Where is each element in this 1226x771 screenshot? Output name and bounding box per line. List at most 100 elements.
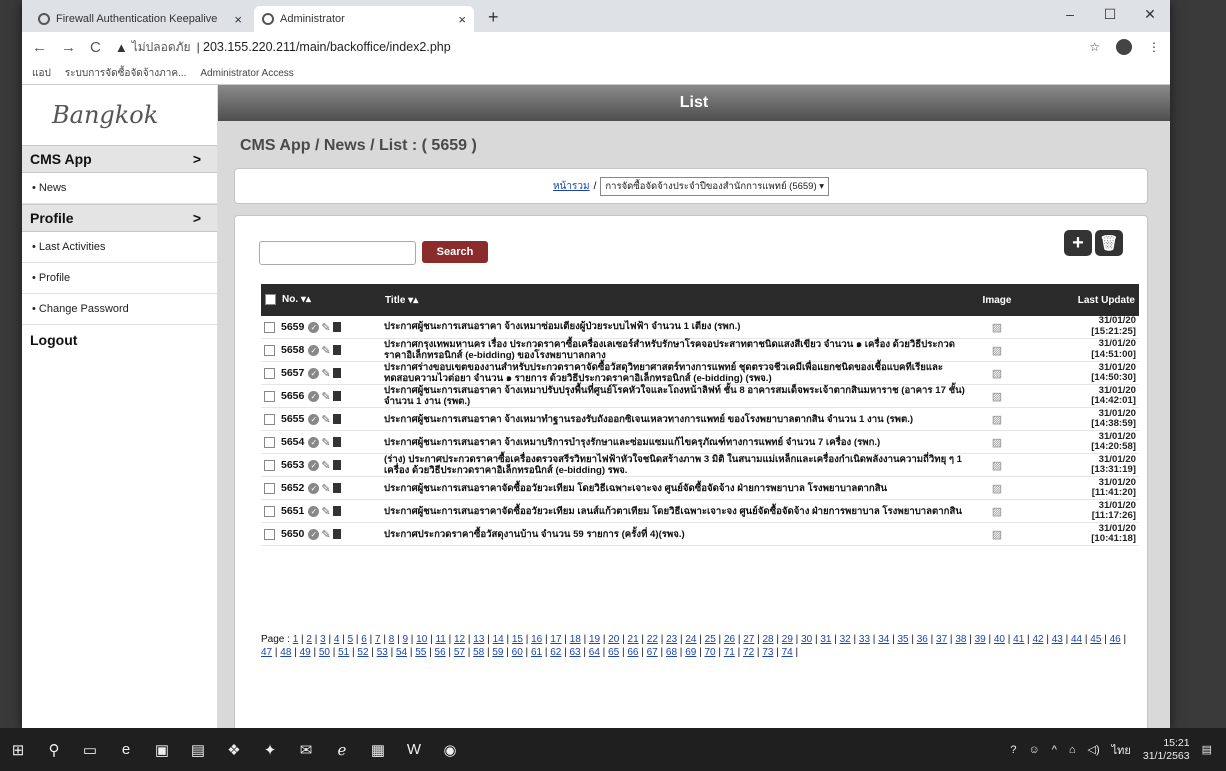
forward-icon[interactable]: → (61, 39, 76, 56)
category-select[interactable]: การจัดซื้อจัดจ้างประจำปีของสำนักการแพทย์… (600, 176, 830, 196)
bookmark-apps[interactable]: แอป (32, 66, 51, 81)
page-link[interactable]: 36 (917, 634, 928, 645)
page-link[interactable]: 27 (743, 634, 754, 645)
page-link[interactable]: 19 (589, 634, 600, 645)
file-explorer-icon[interactable]: ▤ (180, 728, 216, 771)
delete-icon[interactable] (332, 529, 341, 540)
page-link[interactable]: 60 (512, 647, 523, 658)
approve-icon[interactable]: ✓ (308, 413, 320, 425)
page-link[interactable]: 28 (763, 634, 774, 645)
page-link[interactable]: 69 (685, 647, 696, 658)
sidebar-section-cms-app[interactable]: CMS App > (22, 145, 217, 173)
page-link[interactable]: 15 (512, 634, 523, 645)
row-checkbox[interactable] (264, 459, 275, 471)
clock[interactable]: 15:21 31/1/2563 (1143, 737, 1190, 762)
page-link[interactable]: 64 (589, 647, 600, 658)
approve-icon[interactable]: ✓ (308, 321, 320, 333)
table-row[interactable]: 5657 ✓ ✎ ประกาศร่างขอบเขตของงานสำหรับประกวด… (261, 361, 1139, 386)
reload-icon[interactable]: C (90, 39, 101, 56)
page-link[interactable]: 12 (454, 634, 465, 645)
row-checkbox[interactable] (264, 436, 275, 448)
page-link[interactable]: 32 (840, 634, 851, 645)
row-title[interactable]: ประกาศผู้ชนะการเสนอราคา จ้างเหมาปรับปรุง… (381, 384, 973, 409)
page-link[interactable]: 66 (627, 647, 638, 658)
page-link[interactable]: 53 (377, 647, 388, 658)
bookmark-procurement[interactable]: ระบบการจัดซื้อจัดจ้างภาค... (65, 66, 187, 81)
page-link[interactable]: 24 (685, 634, 696, 645)
sidebar-item-profile[interactable]: • Profile (22, 263, 217, 294)
warning-icon[interactable]: ▲ (115, 40, 128, 55)
bookmark-admin-access[interactable]: Administrator Access (200, 68, 293, 79)
page-link[interactable]: 45 (1090, 634, 1101, 645)
ime-indicator[interactable]: ไทย (1112, 741, 1131, 759)
page-link[interactable]: 74 (782, 647, 793, 658)
row-checkbox[interactable] (264, 390, 275, 402)
delete-icon[interactable] (332, 483, 341, 494)
table-row[interactable]: 5651 ✓ ✎ ประกาศผู้ชนะการเสนอราคาจัดซื้ออวัย… (261, 499, 1139, 524)
page-link[interactable]: 50 (319, 647, 330, 658)
page-link[interactable]: 43 (1052, 634, 1063, 645)
page-link[interactable]: 41 (1013, 634, 1024, 645)
page-link[interactable]: 55 (415, 647, 426, 658)
table-row[interactable]: 5652 ✓ ✎ ประกาศผู้ชนะการเสนอราคาจัดซื้ออวัย… (261, 476, 1139, 501)
delete-icon[interactable] (332, 368, 341, 379)
avatar[interactable] (1116, 39, 1132, 55)
page-link[interactable]: 16 (531, 634, 542, 645)
image-app-icon[interactable]: ▦ (360, 728, 396, 771)
page-link[interactable]: 70 (704, 647, 715, 658)
page-link[interactable]: 25 (705, 634, 716, 645)
page-link[interactable]: 73 (762, 647, 773, 658)
page-link[interactable]: 58 (473, 647, 484, 658)
sidebar-item-last-activities[interactable]: • Last Activities (22, 232, 217, 263)
close-tab-icon[interactable]: × (458, 12, 466, 27)
mail-icon[interactable]: ✉ (288, 728, 324, 771)
approve-icon[interactable]: ✓ (308, 482, 320, 494)
sidebar-item-news[interactable]: • News (22, 173, 217, 204)
page-link[interactable]: 57 (454, 647, 465, 658)
url-field[interactable]: 203.155.220.211/main/backoffice/index2.p… (203, 40, 451, 54)
search-input[interactable] (259, 241, 416, 265)
page-link[interactable]: 29 (782, 634, 793, 645)
search-icon[interactable]: ⚲ (36, 728, 72, 771)
people-icon[interactable]: ☺ (1028, 744, 1039, 756)
page-link[interactable]: 49 (300, 647, 311, 658)
delete-icon[interactable] (332, 391, 341, 402)
sidebar-section-profile[interactable]: Profile > (22, 204, 217, 232)
row-checkbox[interactable] (264, 321, 275, 333)
approve-icon[interactable]: ✓ (308, 459, 320, 471)
column-no[interactable]: No. ▾▴ (261, 284, 381, 316)
page-link[interactable]: 72 (743, 647, 754, 658)
table-row[interactable]: 5654 ✓ ✎ ประกาศผู้ชนะการเสนอราคา จ้างเหมาบร… (261, 430, 1139, 455)
page-link[interactable]: 11 (435, 634, 445, 645)
store-icon[interactable]: ▣ (144, 728, 180, 771)
edit-icon[interactable]: ✎ (321, 344, 330, 357)
close-tab-icon[interactable]: × (234, 12, 242, 27)
row-checkbox[interactable] (264, 413, 275, 425)
row-checkbox[interactable] (264, 367, 275, 379)
page-link[interactable]: 67 (647, 647, 658, 658)
edge-icon[interactable]: e (108, 728, 144, 771)
page-link[interactable]: 40 (994, 634, 1005, 645)
edit-icon[interactable]: ✎ (321, 528, 330, 541)
row-title[interactable]: (ร่าง) ประกาศประกวดราคาซื้อเครื่องตรวจสร… (381, 453, 973, 478)
page-link[interactable]: 48 (280, 647, 291, 658)
approve-icon[interactable]: ✓ (308, 436, 320, 448)
page-link[interactable]: 37 (936, 634, 947, 645)
page-link[interactable]: 71 (724, 647, 735, 658)
page-link[interactable]: 21 (628, 634, 639, 645)
edit-icon[interactable]: ✎ (321, 436, 330, 449)
page-link[interactable]: 61 (531, 647, 542, 658)
delete-icon[interactable] (332, 437, 341, 448)
task-view-icon[interactable]: ▭ (72, 728, 108, 771)
column-last-update[interactable]: Last Update (1021, 284, 1139, 316)
home-link[interactable]: หน้ารวม (553, 179, 590, 194)
row-checkbox[interactable] (264, 505, 275, 517)
page-link[interactable]: 23 (666, 634, 677, 645)
maximize-button[interactable]: ☐ (1090, 0, 1130, 28)
minimize-button[interactable]: – (1050, 0, 1090, 28)
row-title[interactable]: ประกาศร่างขอบเขตของงานสำหรับประกวดราคาจั… (381, 361, 973, 386)
page-link[interactable]: 51 (338, 647, 349, 658)
windows-start-icon[interactable]: ⊞ (0, 728, 36, 771)
network-icon[interactable]: ⌂ (1069, 744, 1076, 756)
table-row[interactable]: 5658 ✓ ✎ ประกาศกรุงเทพมหานคร เรื่อง ประกวดร… (261, 338, 1139, 363)
